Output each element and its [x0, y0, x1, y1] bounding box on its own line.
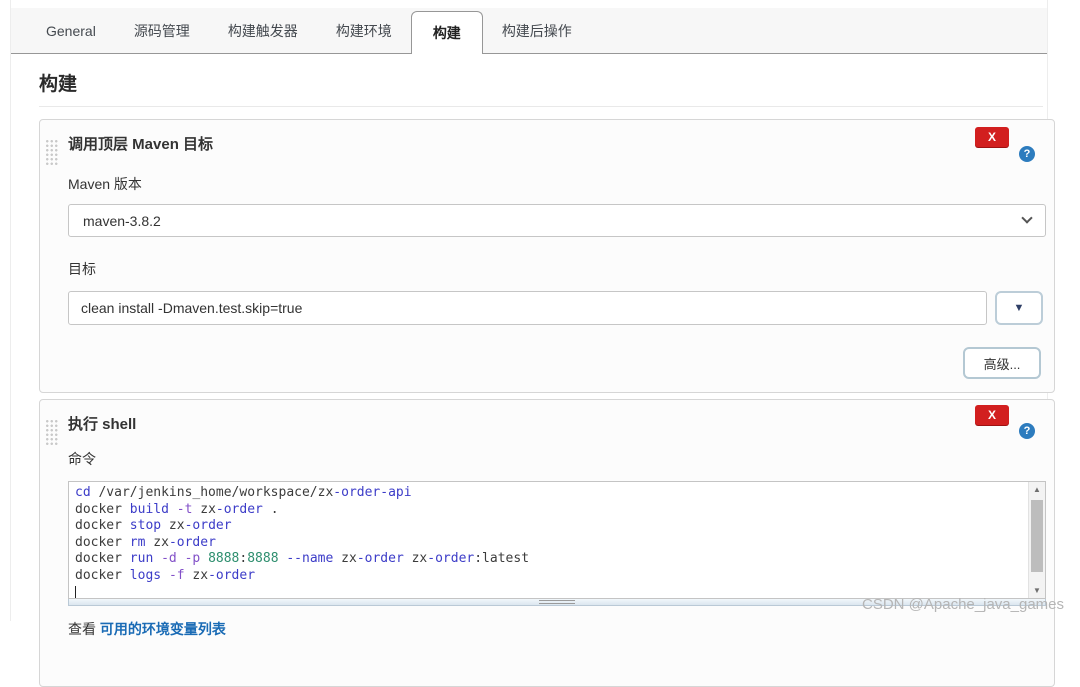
maven-version-label: Maven 版本	[68, 174, 1044, 194]
env-var-row: 查看 可用的环境变量列表	[68, 619, 1044, 639]
goals-input[interactable]	[68, 291, 987, 325]
command-label: 命令	[68, 449, 1044, 469]
tab-build-environment[interactable]: 构建环境	[317, 8, 411, 53]
maven-version-value: maven-3.8.2	[83, 213, 161, 229]
shell-code-editor[interactable]: cd /var/jenkins_home/workspace/zx-order-…	[68, 481, 1046, 599]
code-line: docker logs -f zx-order	[75, 568, 1025, 585]
text-cursor	[75, 586, 76, 599]
config-tabbar: General 源码管理 构建触发器 构建环境 构建 构建后操作	[11, 8, 1047, 54]
help-icon[interactable]: ?	[1019, 423, 1035, 439]
tab-scm[interactable]: 源码管理	[115, 8, 209, 53]
watermark: CSDN @Apache_java_games	[862, 596, 1064, 613]
advanced-row: 高级...	[68, 347, 1044, 379]
config-page: General 源码管理 构建触发器 构建环境 构建 构建后操作 构建 X ? …	[10, 0, 1048, 621]
scroll-down-icon[interactable]: ▼	[1029, 586, 1045, 595]
goals-label: 目标	[68, 259, 1044, 279]
scrollbar-thumb[interactable]	[1031, 500, 1043, 572]
advanced-button[interactable]: 高级...	[963, 347, 1041, 379]
code-line: docker rm zx-order	[75, 535, 1025, 552]
code-vertical-scrollbar[interactable]: ▲ ▼	[1028, 482, 1045, 598]
drag-handle-icon[interactable]	[45, 139, 59, 166]
code-line: cd /var/jenkins_home/workspace/zx-order-…	[75, 485, 1025, 502]
tab-build[interactable]: 构建	[411, 11, 483, 54]
build-step-maven: X ? 调用顶层 Maven 目标 Maven 版本 maven-3.8.2 目…	[39, 119, 1055, 393]
env-var-list-link[interactable]: 可用的环境变量列表	[100, 621, 226, 637]
step-title: 调用顶层 Maven 目标	[68, 136, 1044, 154]
code-line: docker stop zx-order	[75, 518, 1025, 535]
triangle-down-icon: ▼	[1014, 302, 1025, 314]
step-title: 执行 shell	[68, 416, 1044, 434]
title-divider	[39, 106, 1043, 107]
env-var-prefix: 查看	[68, 621, 96, 637]
maven-version-select[interactable]: maven-3.8.2	[68, 204, 1046, 237]
tab-post-build-actions[interactable]: 构建后操作	[483, 8, 591, 53]
goals-dropdown-button[interactable]: ▼	[995, 291, 1043, 325]
delete-step-button[interactable]: X	[975, 127, 1009, 147]
help-icon[interactable]: ?	[1019, 146, 1035, 162]
code-line: docker run -d -p 8888:8888 --name zx-ord…	[75, 551, 1025, 568]
code-line: docker build -t zx-order .	[75, 502, 1025, 519]
shell-code-content: cd /var/jenkins_home/workspace/zx-order-…	[69, 482, 1045, 599]
tab-build-triggers[interactable]: 构建触发器	[209, 8, 317, 53]
chevron-down-icon	[1021, 212, 1032, 223]
scroll-up-icon[interactable]: ▲	[1029, 485, 1045, 494]
drag-handle-icon[interactable]	[45, 419, 59, 446]
resize-grip-icon	[539, 600, 575, 604]
config-content: 构建 X ? 调用顶层 Maven 目标 Maven 版本 maven-3.8.…	[11, 69, 1047, 687]
goals-combo-row: ▼	[68, 291, 1044, 325]
build-step-shell: X ? 执行 shell 命令 cd /var/jenkins_home/wor…	[39, 399, 1055, 687]
delete-step-button[interactable]: X	[975, 405, 1009, 425]
page-title: 构建	[39, 69, 1043, 96]
tab-general[interactable]: General	[27, 8, 115, 53]
